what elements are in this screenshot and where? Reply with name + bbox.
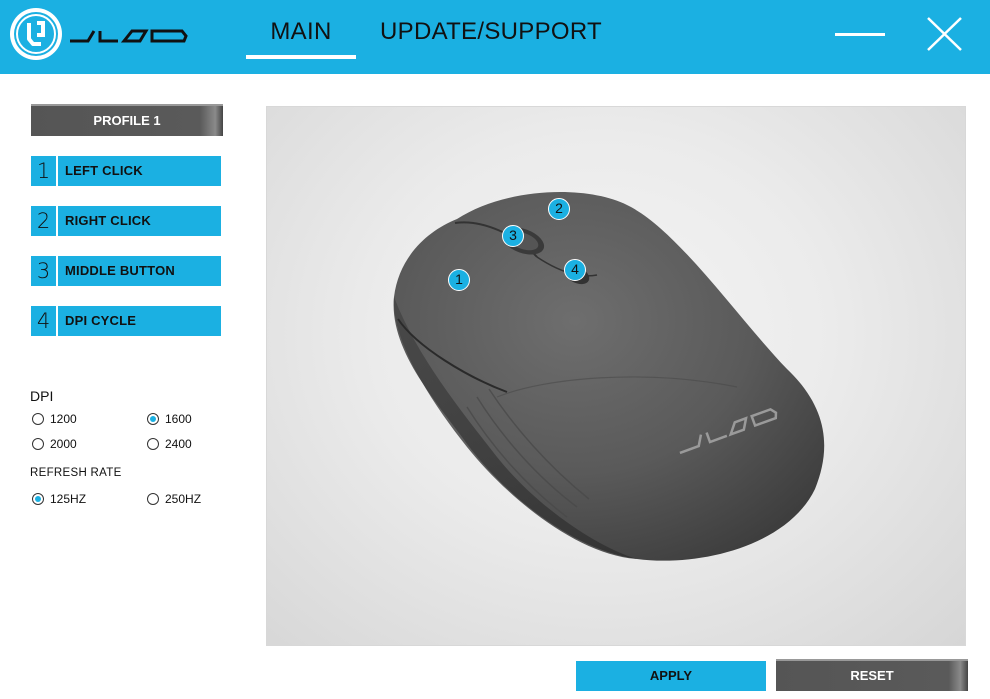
radio-label: 125HZ <box>50 492 87 506</box>
marker-4[interactable]: 4 <box>564 259 586 281</box>
button-assign-left-click[interactable]: 1 LEFT CLICK <box>31 156 221 186</box>
mouse-preview-panel: 1 2 3 4 <box>266 106 966 646</box>
close-button[interactable] <box>924 14 966 54</box>
button-number: 2 <box>31 206 58 236</box>
radio-indicator <box>32 438 44 450</box>
reset-button[interactable]: RESET <box>776 659 968 691</box>
dpi-radio-1600[interactable]: 1600 <box>147 411 227 427</box>
tab-update-support[interactable]: UPDATE/SUPPORT <box>380 18 602 46</box>
radio-label: 2400 <box>165 437 192 451</box>
minimize-icon <box>835 33 885 36</box>
dpi-radio-2000[interactable]: 2000 <box>32 436 112 452</box>
radio-indicator <box>147 438 159 450</box>
marker-2[interactable]: 2 <box>548 198 570 220</box>
marker-1[interactable]: 1 <box>448 269 470 291</box>
dpi-heading: DPI <box>30 388 54 404</box>
button-label: MIDDLE BUTTON <box>65 263 175 278</box>
tab-main[interactable]: MAIN <box>246 18 356 46</box>
radio-label: 1600 <box>165 412 192 426</box>
button-assign-dpi-cycle[interactable]: 4 DPI CYCLE <box>31 306 221 336</box>
button-label: LEFT CLICK <box>65 163 143 178</box>
refresh-radio-250hz[interactable]: 250HZ <box>147 491 227 507</box>
button-assign-middle-button[interactable]: 3 MIDDLE BUTTON <box>31 256 221 286</box>
close-icon <box>927 17 962 51</box>
refresh-rate-heading: REFRESH RATE <box>30 467 122 479</box>
dpi-radio-1200[interactable]: 1200 <box>32 411 112 427</box>
jlab-logo <box>10 8 188 60</box>
button-number: 4 <box>31 306 58 336</box>
button-label: DPI CYCLE <box>65 313 137 328</box>
radio-indicator <box>147 413 159 425</box>
profile-selector[interactable]: PROFILE 1 <box>31 104 223 136</box>
radio-label: 250HZ <box>165 492 202 506</box>
radio-indicator <box>147 493 159 505</box>
radio-label: 1200 <box>50 412 77 426</box>
minimize-button[interactable] <box>834 18 886 52</box>
radio-indicator <box>32 493 44 505</box>
top-bar: MAIN UPDATE/SUPPORT <box>0 0 990 74</box>
marker-3[interactable]: 3 <box>502 225 524 247</box>
active-tab-indicator <box>246 55 356 59</box>
button-number: 3 <box>31 256 58 286</box>
dpi-radio-2400[interactable]: 2400 <box>147 436 227 452</box>
mouse-image <box>393 192 825 561</box>
button-assign-right-click[interactable]: 2 RIGHT CLICK <box>31 206 221 236</box>
apply-button[interactable]: APPLY <box>576 661 766 691</box>
refresh-radio-125hz[interactable]: 125HZ <box>32 491 112 507</box>
radio-label: 2000 <box>50 437 77 451</box>
button-number: 1 <box>31 156 58 186</box>
button-label: RIGHT CLICK <box>65 213 151 228</box>
radio-indicator <box>32 413 44 425</box>
